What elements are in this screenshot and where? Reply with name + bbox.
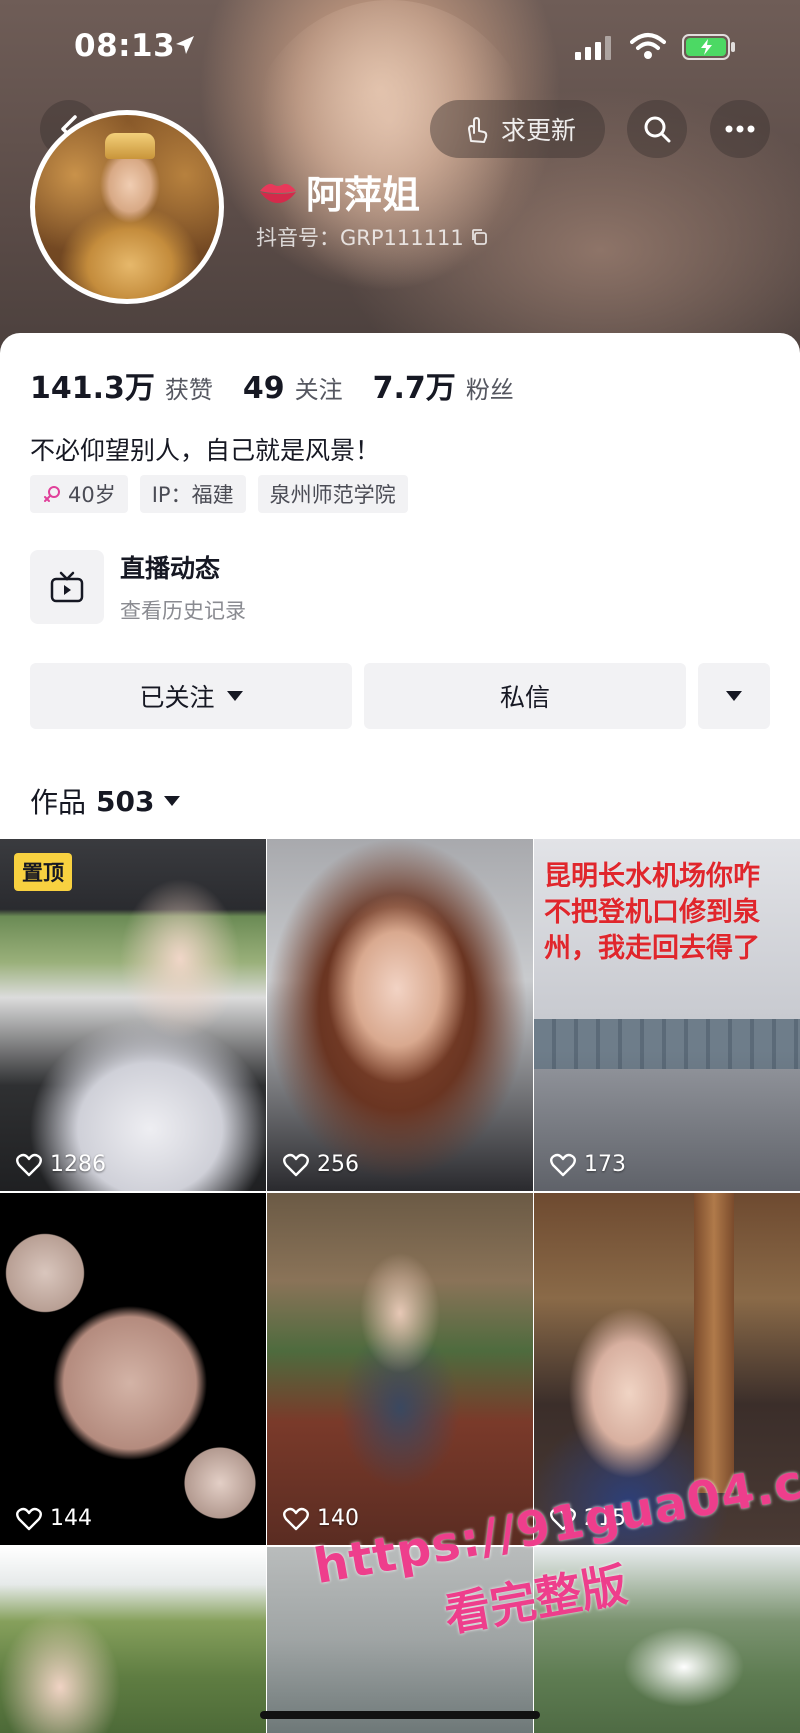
profile-id[interactable]: 抖音号：GRP111111: [256, 222, 488, 252]
profile-bio: 不必仰望别人，自己就是风景！: [30, 436, 381, 465]
live-title: 直播动态: [120, 554, 221, 583]
video-overlay-text: 昆明长水机场你咋不把登机口修到泉州，我走回去得了: [544, 861, 760, 964]
caret-down-icon: [226, 691, 243, 701]
stat-following[interactable]: 49 关注: [243, 370, 343, 406]
stat-followers[interactable]: 7.7万 粉丝: [373, 363, 514, 407]
caret-down-icon: [726, 691, 742, 701]
like-count: 1286: [16, 1152, 106, 1177]
works-count: 503: [96, 784, 155, 818]
tap-hand-icon: [467, 117, 488, 143]
video-thumbnail[interactable]: 215: [534, 1193, 800, 1545]
video-thumbnail[interactable]: 256: [267, 839, 533, 1191]
followed-button[interactable]: 已关注: [30, 663, 352, 729]
request-update-label: 求更新: [500, 116, 576, 145]
lips-icon: [260, 183, 296, 203]
location-arrow-icon: [176, 36, 194, 54]
search-button[interactable]: [627, 100, 687, 158]
heart-icon: [550, 1153, 576, 1176]
status-time: 08:13: [74, 28, 176, 64]
stat-likes-label: 获赞: [164, 376, 213, 404]
like-count-value: 256: [317, 1152, 359, 1177]
pillar-detail: [694, 1193, 734, 1493]
school-tag[interactable]: 泉州师范学院: [257, 475, 408, 513]
school-tag-label: 泉州师范学院: [269, 483, 396, 507]
heart-icon: [283, 1507, 309, 1530]
caret-down-icon: [164, 796, 181, 806]
like-count-value: 173: [584, 1152, 626, 1177]
video-thumbnail[interactable]: 144: [0, 1193, 266, 1545]
status-bar: 08:13: [0, 0, 800, 96]
request-update-button[interactable]: 求更新: [430, 100, 605, 158]
stat-likes-value: 141.3万: [30, 371, 155, 406]
avatar-crown-detail: [105, 133, 155, 159]
message-button[interactable]: 私信: [364, 663, 686, 729]
stat-following-label: 关注: [294, 376, 343, 404]
ip-tag: IP：福建: [139, 475, 246, 513]
heart-icon: [16, 1153, 42, 1176]
pinned-badge: 置顶: [14, 853, 72, 891]
search-icon: [644, 116, 671, 143]
home-indicator: [260, 1711, 540, 1719]
like-count-value: 1286: [50, 1152, 106, 1177]
message-label: 私信: [499, 683, 550, 712]
like-count-value: 140: [317, 1506, 359, 1531]
heart-icon: [550, 1507, 576, 1530]
profile-tags: 40岁 IP：福建 泉州师范学院: [30, 475, 408, 513]
stat-followers-value: 7.7万: [372, 371, 456, 406]
video-thumbnail[interactable]: [0, 1547, 266, 1733]
like-count-value: 215: [584, 1506, 626, 1531]
video-thumbnail[interactable]: [267, 1547, 533, 1733]
works-label: 作品: [30, 786, 87, 819]
like-count: 256: [283, 1152, 359, 1177]
stat-following-value: 49: [242, 371, 285, 406]
live-history-entry[interactable]: 直播动态 查看历史记录: [30, 549, 246, 625]
female-icon: [44, 486, 60, 502]
profile-name-row: 阿萍姐: [258, 164, 420, 219]
more-dots-icon: [725, 125, 755, 133]
profile-name: 阿萍姐: [306, 173, 421, 217]
age-tag-label: 40岁: [68, 483, 116, 507]
video-thumbnail[interactable]: 140: [267, 1193, 533, 1545]
battery-charging-icon: [682, 34, 735, 60]
profile-id-text: 抖音号：GRP111111: [256, 226, 464, 250]
stats-row: 141.3万 获赞 49 关注 7.7万 粉丝: [30, 363, 544, 407]
heart-icon: [16, 1507, 42, 1530]
like-count: 215: [550, 1506, 626, 1531]
stat-followers-label: 粉丝: [465, 376, 514, 404]
wifi-icon: [630, 33, 666, 59]
like-count: 173: [550, 1152, 626, 1177]
tv-icon: [50, 571, 84, 603]
followed-label: 已关注: [139, 683, 215, 712]
heart-icon: [283, 1153, 309, 1176]
live-icon-box: [30, 550, 104, 624]
like-count-value: 144: [50, 1506, 92, 1531]
video-thumbnail[interactable]: 置顶 1286: [0, 839, 266, 1191]
video-thumbnail[interactable]: [534, 1547, 800, 1733]
avatar[interactable]: [30, 110, 224, 304]
live-subtitle: 查看历史记录: [120, 599, 246, 623]
like-count: 140: [283, 1506, 359, 1531]
ip-tag-label: IP：福建: [151, 483, 234, 507]
video-thumbnail[interactable]: 昆明长水机场你咋不把登机口修到泉州，我走回去得了 173: [534, 839, 800, 1191]
live-text: 直播动态 查看历史记录: [120, 549, 246, 625]
cellular-signal-icon: [575, 36, 611, 60]
works-tab[interactable]: 作品 503: [30, 781, 181, 821]
like-count: 144: [16, 1506, 92, 1531]
copy-icon[interactable]: [470, 228, 488, 246]
age-tag: 40岁: [30, 475, 128, 513]
action-buttons: 已关注 私信: [30, 663, 770, 729]
more-button[interactable]: [710, 100, 770, 158]
more-actions-dropdown[interactable]: [698, 663, 770, 729]
stat-likes: 141.3万 获赞: [30, 363, 213, 407]
